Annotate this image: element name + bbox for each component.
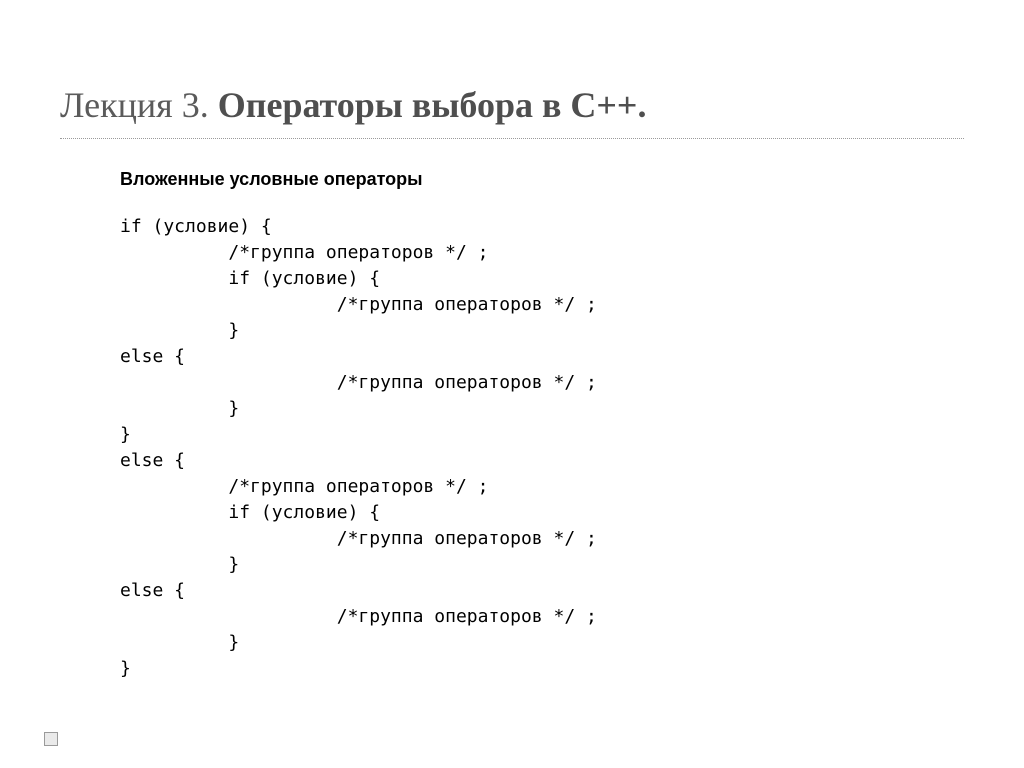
slide: Лекция 3. Операторы выбора в С++. Вложен…: [0, 0, 1024, 768]
code-block: if (условие) { /*группа операторов */ ; …: [120, 214, 964, 682]
title-bold: Операторы выбора в С++.: [218, 85, 647, 125]
subtitle: Вложенные условные операторы: [120, 169, 964, 190]
slide-title: Лекция 3. Операторы выбора в С++.: [60, 84, 964, 139]
placeholder-icon: [44, 732, 58, 746]
slide-content: Вложенные условные операторы if (условие…: [120, 169, 964, 682]
title-light: Лекция 3.: [60, 85, 218, 125]
